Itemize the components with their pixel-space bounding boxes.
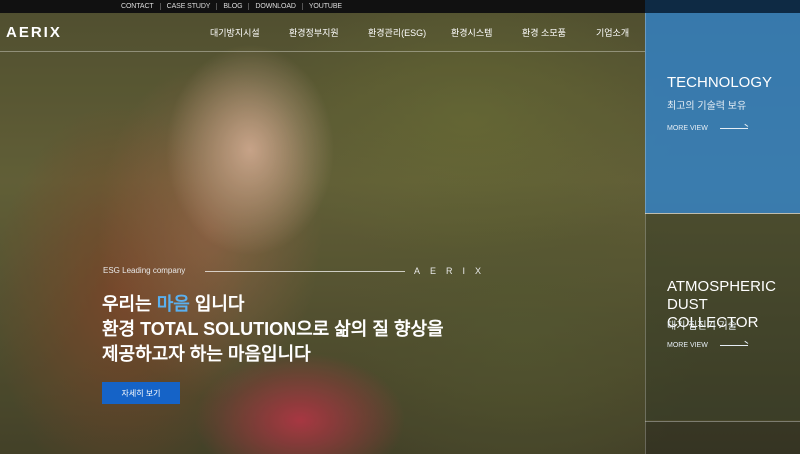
hero-headline-line1: 우리는 마음 입니다 bbox=[102, 292, 444, 317]
panel-technology-title: TECHNOLOGY bbox=[667, 74, 773, 91]
hero-headline: 우리는 마음 입니다 환경 TOTAL SOLUTION으로 삶의 질 향상을 … bbox=[102, 292, 444, 367]
panel-dust-collector-subtitle: 대기 집진기 기술 bbox=[667, 321, 737, 332]
side-panels: TECHNOLOGY 최고의 기술력 보유 MORE VIEW ATMOSPHE… bbox=[645, 0, 800, 454]
panel-top-cap bbox=[645, 0, 800, 13]
hero-brand-mark: AERIX bbox=[414, 266, 492, 276]
nav-item-company[interactable]: 기업소개 bbox=[596, 26, 629, 39]
panel-technology[interactable]: TECHNOLOGY 최고의 기술력 보유 MORE VIEW bbox=[645, 13, 800, 213]
hero-headline-line3: 제공하고자 하는 마음입니다 bbox=[102, 344, 311, 364]
panel-technology-subtitle: 최고의 기술력 보유 bbox=[667, 101, 747, 112]
headline-text: 입니다 bbox=[189, 294, 245, 314]
header-divider bbox=[0, 51, 645, 52]
panel-dust-collector-title-line1: ATMOSPHERIC bbox=[667, 278, 776, 295]
nav-item-env-system[interactable]: 환경시스템 bbox=[451, 26, 492, 39]
util-link-case-study[interactable]: CASE STUDY bbox=[161, 3, 218, 10]
view-details-button[interactable]: 자세히 보기 bbox=[102, 382, 180, 404]
arrow-right-icon bbox=[719, 345, 748, 346]
panel-dust-collector-more[interactable]: MORE VIEW bbox=[667, 342, 748, 349]
headline-highlight: 마음 bbox=[156, 294, 190, 314]
nav-item-esg[interactable]: 환경관리(ESG) bbox=[368, 26, 426, 39]
utility-bar: CONTACT CASE STUDY BLOG DOWNLOAD YOUTUBE bbox=[0, 0, 645, 13]
nav-item-consumables[interactable]: 환경 소모품 bbox=[522, 26, 566, 39]
nav-item-air-prevention[interactable]: 대기방지시설 bbox=[210, 26, 260, 39]
util-link-contact[interactable]: CONTACT bbox=[115, 3, 161, 10]
more-view-label: MORE VIEW bbox=[667, 342, 708, 349]
more-view-label: MORE VIEW bbox=[667, 125, 708, 132]
nav-item-gov-support[interactable]: 환경정부지원 bbox=[289, 26, 339, 39]
util-link-download[interactable]: DOWNLOAD bbox=[249, 3, 303, 10]
hero-headline-line2: 환경 TOTAL SOLUTION으로 삶의 질 향상을 bbox=[102, 319, 444, 339]
arrow-right-icon bbox=[719, 128, 748, 129]
util-link-blog[interactable]: BLOG bbox=[217, 3, 250, 10]
panel-left-border bbox=[645, 13, 646, 454]
panel-third[interactable] bbox=[645, 421, 800, 454]
panel-dust-collector[interactable]: ATMOSPHERIC DUST COLLECTOR 대기 집진기 기술 MOR… bbox=[645, 214, 800, 420]
esg-divider-line bbox=[205, 271, 405, 272]
esg-leading-label: ESG Leading company bbox=[103, 266, 186, 275]
main-navigation: 대기방지시설 환경정부지원 환경관리(ESG) 환경시스템 환경 소모품 기업소… bbox=[0, 26, 645, 40]
util-link-youtube[interactable]: YOUTUBE bbox=[303, 3, 348, 10]
headline-text: 우리는 bbox=[102, 294, 157, 314]
panel-technology-more[interactable]: MORE VIEW bbox=[667, 125, 748, 132]
